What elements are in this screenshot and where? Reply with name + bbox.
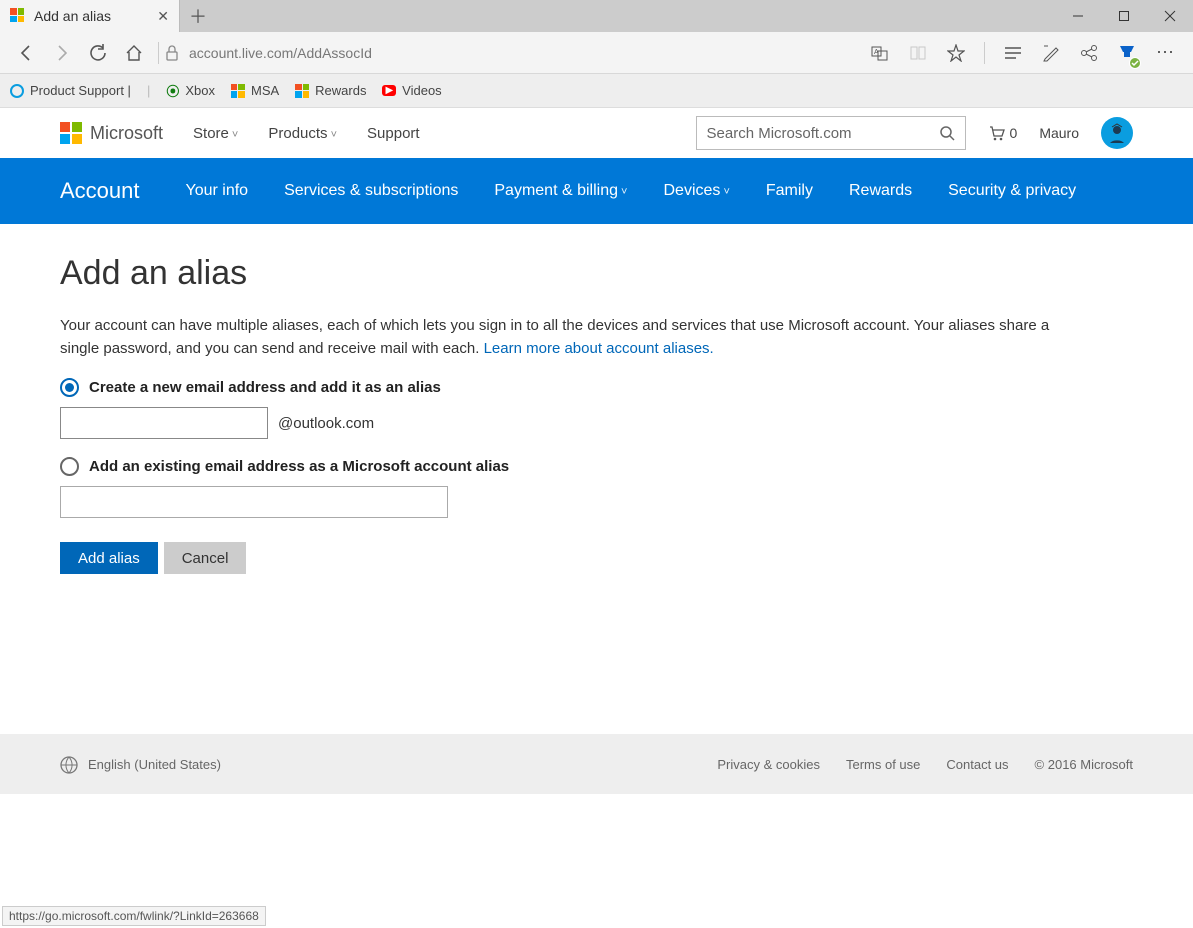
brand-label: Microsoft <box>90 123 163 144</box>
translate-icon[interactable]: A <box>864 35 896 71</box>
nav-security[interactable]: Security & privacy <box>948 182 1076 200</box>
microsoft-icon <box>295 84 309 98</box>
home-button[interactable] <box>116 35 152 71</box>
cart-icon <box>988 124 1006 142</box>
browser-toolbar: account.live.com/AddAssocId A ⋯ <box>0 32 1193 74</box>
back-button[interactable] <box>8 35 44 71</box>
nav-support[interactable]: Support <box>367 125 420 142</box>
nav-family[interactable]: Family <box>766 182 813 200</box>
favorites-bar: Product Support | | ⦿ Xbox MSA Rewards ▶… <box>0 74 1193 108</box>
tab-title: Add an alias <box>34 8 111 24</box>
share-icon[interactable] <box>1073 35 1105 71</box>
tab-strip: Add an alias ✕ ＋ <box>0 0 216 32</box>
favorite-link[interactable]: Product Support | <box>10 83 131 98</box>
maximize-button[interactable] <box>1101 0 1147 32</box>
favorite-label: Xbox <box>185 83 215 98</box>
nav-your-info[interactable]: Your info <box>186 182 249 200</box>
nav-store[interactable]: Store <box>193 125 238 142</box>
cancel-button[interactable]: Cancel <box>164 542 247 574</box>
username-label[interactable]: Mauro <box>1039 125 1079 141</box>
add-alias-button[interactable]: Add alias <box>60 542 158 574</box>
microsoft-icon <box>60 122 82 144</box>
footer-copyright: © 2016 Microsoft <box>1035 757 1133 772</box>
new-email-input[interactable] <box>60 407 268 439</box>
status-badge-dot <box>1129 57 1141 69</box>
reading-list-icon[interactable] <box>902 35 934 71</box>
cart-button[interactable]: 0 <box>988 124 1018 142</box>
account-nav: Account Your info Services & subscriptio… <box>0 158 1193 224</box>
tab-close-button[interactable]: ✕ <box>147 8 169 25</box>
search-placeholder: Search Microsoft.com <box>707 125 852 142</box>
nav-products[interactable]: Products <box>268 125 337 142</box>
forward-button[interactable] <box>44 35 80 71</box>
hub-icon[interactable] <box>997 35 1029 71</box>
main-content: Add an alias Your account can have multi… <box>0 224 1193 614</box>
new-tab-button[interactable]: ＋ <box>180 0 216 32</box>
browser-tab[interactable]: Add an alias ✕ <box>0 0 180 32</box>
lock-icon <box>165 45 179 61</box>
search-input[interactable]: Search Microsoft.com <box>696 116 966 150</box>
footer-terms-link[interactable]: Terms of use <box>846 757 920 772</box>
refresh-button[interactable] <box>80 35 116 71</box>
favorite-link[interactable]: ▶ Videos <box>382 83 441 98</box>
xbox-icon: ⦿ <box>166 81 179 100</box>
close-window-button[interactable] <box>1147 0 1193 32</box>
learn-more-link[interactable]: Learn more about account aliases. <box>484 340 714 357</box>
option-existing-email[interactable]: Add an existing email address as a Micro… <box>60 457 1133 476</box>
window-titlebar: Add an alias ✕ ＋ <box>0 0 1193 32</box>
avatar[interactable] <box>1101 117 1133 149</box>
option-create-new[interactable]: Create a new email address and add it as… <box>60 378 1133 397</box>
existing-email-input[interactable] <box>60 486 448 518</box>
site-header: Microsoft Store Products Support Search … <box>0 108 1193 158</box>
favorite-label: Rewards <box>315 83 366 98</box>
minimize-button[interactable] <box>1055 0 1101 32</box>
radio-unselected-icon[interactable] <box>60 457 79 476</box>
nav-payment[interactable]: Payment & billing <box>494 182 627 200</box>
favorite-label: MSA <box>251 83 279 98</box>
option-label: Add an existing email address as a Micro… <box>89 458 509 475</box>
favorites-star-icon[interactable] <box>940 35 972 71</box>
footer-privacy-link[interactable]: Privacy & cookies <box>717 757 820 772</box>
dell-icon <box>10 84 24 98</box>
footer-contact-link[interactable]: Contact us <box>946 757 1008 772</box>
microsoft-icon <box>231 84 245 98</box>
toolbar-separator <box>158 42 159 64</box>
nav-devices[interactable]: Devices <box>663 182 729 200</box>
globe-icon <box>60 756 78 774</box>
page-title: Add an alias <box>60 254 1133 293</box>
nav-rewards[interactable]: Rewards <box>849 182 912 200</box>
status-bar: https://go.microsoft.com/fwlink/?LinkId=… <box>2 906 266 926</box>
tab-favicon <box>10 8 26 24</box>
option-label: Create a new email address and add it as… <box>89 379 441 396</box>
radio-selected-icon[interactable] <box>60 378 79 397</box>
site-footer: English (United States) Privacy & cookie… <box>0 734 1193 794</box>
favorite-link[interactable]: ⦿ Xbox <box>166 81 215 100</box>
youtube-icon: ▶ <box>382 85 396 96</box>
favorites-separator: | <box>147 83 150 98</box>
notes-icon[interactable] <box>1035 35 1067 71</box>
cart-count: 0 <box>1010 125 1018 141</box>
address-bar[interactable]: account.live.com/AddAssocId <box>189 45 372 61</box>
window-controls <box>1055 0 1193 32</box>
extension-icon[interactable] <box>1111 35 1143 71</box>
favorite-label: Videos <box>402 83 442 98</box>
language-selector[interactable]: English (United States) <box>88 757 221 772</box>
nav-services[interactable]: Services & subscriptions <box>284 182 458 200</box>
favorite-label: Product Support | <box>30 83 131 98</box>
favorite-link[interactable]: Rewards <box>295 83 366 98</box>
more-menu-button[interactable]: ⋯ <box>1149 35 1181 71</box>
svg-text:A: A <box>874 49 879 56</box>
search-icon[interactable] <box>939 125 955 141</box>
toolbar-separator <box>984 42 985 64</box>
email-domain-suffix: @outlook.com <box>278 415 374 432</box>
microsoft-logo[interactable]: Microsoft <box>60 122 163 144</box>
top-nav: Store Products Support <box>193 125 420 142</box>
account-nav-brand[interactable]: Account <box>60 178 140 204</box>
page-description: Your account can have multiple aliases, … <box>60 315 1080 360</box>
favorite-link[interactable]: MSA <box>231 83 279 98</box>
